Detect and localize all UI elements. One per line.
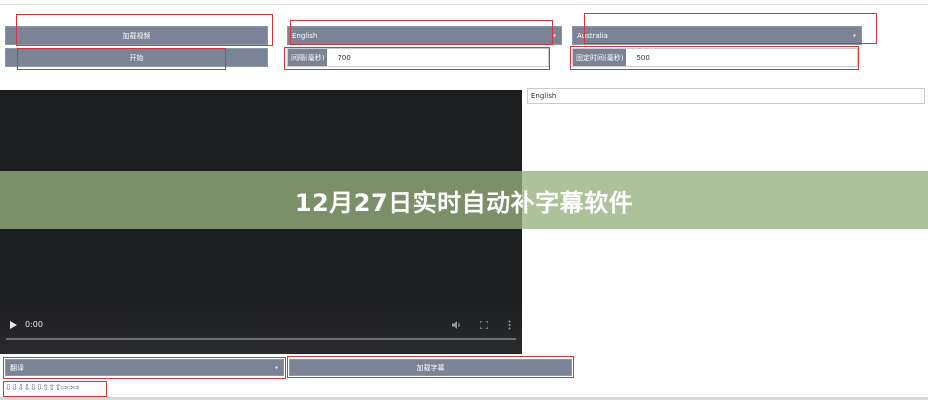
arrow-controls[interactable]: ⇩⇩⇩⇩⇩⇩⇧⇧⇧⇨⇨⇨: [5, 383, 80, 392]
interval-label: 间隔(毫秒): [288, 49, 328, 66]
title-banner: 12月27日实时自动补字幕软件: [0, 171, 928, 229]
video-controls: [0, 302, 522, 354]
load-subtitles-button[interactable]: 加载字幕: [289, 359, 572, 376]
target-language-select[interactable]: Australia ▾: [572, 26, 862, 45]
chevron-down-icon: ▾: [274, 364, 278, 371]
progress-bar[interactable]: [6, 338, 516, 340]
translate-select[interactable]: 翻译 ▾: [5, 359, 284, 376]
chevron-down-icon: ▾: [552, 32, 556, 39]
language-input-value[interactable]: English: [531, 92, 556, 100]
fixed-time-label: 固定时间(毫秒): [573, 49, 627, 66]
fixed-time-value[interactable]: 500: [626, 54, 649, 62]
arrow-controls-text[interactable]: ⇩⇩⇩⇩⇩⇩⇧⇧⇧⇨⇨⇨: [5, 383, 80, 392]
banner-title: 12月27日实时自动补字幕软件: [294, 188, 634, 217]
load-subtitles-label: 加载字幕: [416, 363, 445, 372]
interval-field[interactable]: 间隔(毫秒) 700: [287, 48, 549, 67]
playback-controls: 0:00: [10, 320, 43, 329]
source-language-value: English: [292, 31, 318, 40]
start-button[interactable]: 开始: [5, 48, 268, 67]
top-divider: [0, 4, 928, 5]
interval-value[interactable]: 700: [327, 54, 350, 62]
source-language-select[interactable]: English ▾: [287, 26, 562, 45]
translate-select-value: 翻译: [10, 363, 24, 372]
fixed-time-field[interactable]: 固定时间(毫秒) 500: [572, 48, 858, 67]
target-language-value: Australia: [577, 31, 608, 40]
fullscreen-icon[interactable]: [480, 321, 488, 329]
chevron-down-icon: ▾: [852, 32, 856, 39]
start-label: 开始: [129, 53, 144, 62]
load-video-label: 加载视频: [122, 31, 151, 40]
current-time: 0:00: [25, 320, 43, 329]
play-icon[interactable]: [10, 320, 17, 329]
more-options-icon[interactable]: [508, 320, 511, 330]
volume-icon[interactable]: [452, 321, 462, 329]
load-video-button[interactable]: 加载视频: [5, 26, 268, 45]
language-input[interactable]: English: [527, 88, 925, 104]
